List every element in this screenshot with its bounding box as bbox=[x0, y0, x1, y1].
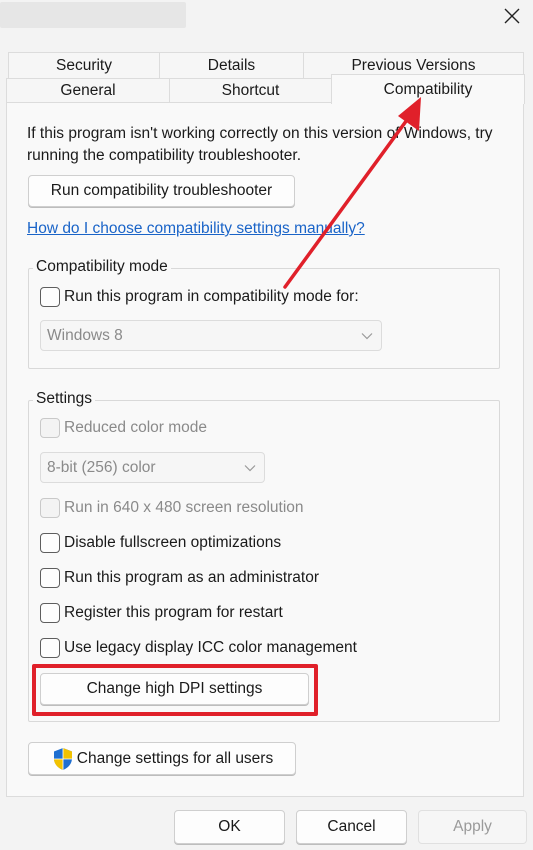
chevron-down-icon bbox=[244, 464, 256, 471]
change-dpi-button[interactable]: Change high DPI settings bbox=[40, 673, 309, 705]
fullscreen-checkbox[interactable] bbox=[40, 533, 60, 553]
restart-checkbox[interactable] bbox=[40, 603, 60, 623]
compatibility-mode-checkbox-label: Run this program in compatibility mode f… bbox=[64, 288, 359, 305]
tab-details[interactable]: Details bbox=[159, 52, 304, 79]
close-button[interactable] bbox=[494, 0, 530, 32]
compatibility-mode-checkbox[interactable] bbox=[40, 287, 60, 307]
tab-compatibility[interactable]: Compatibility bbox=[331, 74, 525, 104]
run-troubleshooter-button[interactable]: Run compatibility troubleshooter bbox=[28, 175, 295, 207]
reduced-color-label: Reduced color mode bbox=[64, 419, 208, 436]
icc-checkbox[interactable] bbox=[40, 638, 60, 658]
change-all-users-button[interactable]: Change settings for all users bbox=[28, 742, 296, 775]
apply-button: Apply bbox=[418, 810, 527, 844]
intro-text-line2: running the compatibility troubleshooter… bbox=[27, 147, 301, 164]
chevron-down-icon bbox=[361, 332, 373, 339]
icc-label: Use legacy display ICC color management bbox=[64, 639, 357, 656]
resolution-label: Run in 640 x 480 screen resolution bbox=[64, 499, 304, 516]
color-depth-select: 8-bit (256) color bbox=[40, 452, 265, 483]
admin-checkbox[interactable] bbox=[40, 568, 60, 588]
close-icon bbox=[504, 8, 520, 24]
fullscreen-label: Disable fullscreen optimizations bbox=[64, 534, 282, 551]
reduced-color-checkbox bbox=[40, 418, 60, 438]
uac-shield-icon bbox=[53, 747, 72, 770]
admin-label: Run this program as an administrator bbox=[64, 569, 320, 586]
settings-label: Settings bbox=[33, 389, 96, 409]
compatibility-mode-group bbox=[28, 268, 500, 369]
os-version-select: Windows 8 bbox=[40, 320, 382, 351]
tab-general[interactable]: General bbox=[6, 78, 170, 103]
compatibility-mode-label: Compatibility mode bbox=[33, 257, 171, 277]
tab-shortcut[interactable]: Shortcut bbox=[169, 78, 332, 103]
resolution-checkbox bbox=[40, 498, 60, 518]
intro-text-line1: If this program isn't working correctly … bbox=[27, 125, 493, 142]
manual-settings-link[interactable]: How do I choose compatibility settings m… bbox=[27, 220, 365, 238]
cancel-button[interactable]: Cancel bbox=[296, 810, 407, 844]
restart-label: Register this program for restart bbox=[64, 604, 283, 621]
tab-security[interactable]: Security bbox=[8, 52, 160, 79]
window-title-redacted bbox=[0, 2, 186, 28]
ok-button[interactable]: OK bbox=[174, 810, 285, 844]
